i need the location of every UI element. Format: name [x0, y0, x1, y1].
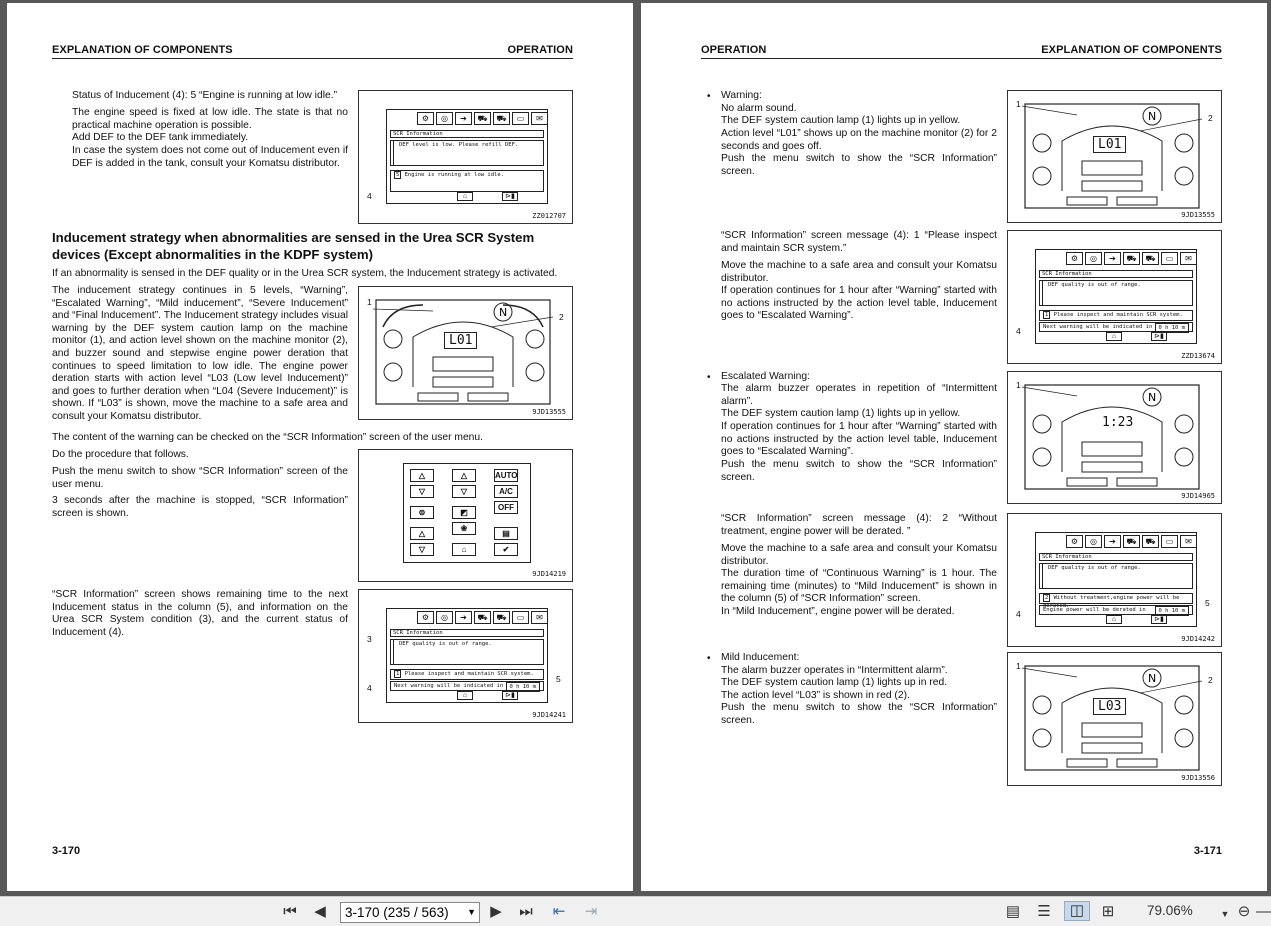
- section-heading: Inducement strategy when abnormalities a…: [52, 230, 535, 262]
- zoom-out-icon[interactable]: ⊖: [1234, 903, 1254, 921]
- facing-icon[interactable]: ◫: [1064, 901, 1090, 921]
- zoom-dropdown-icon[interactable]: ▼: [1219, 905, 1231, 923]
- continuous-icon[interactable]: ☰: [1034, 903, 1054, 921]
- figure-scr-screen: ⚙ ◎ ➔ ⛟ ⛟ ▭ ✉ SCR Information DEF quality is o…: [358, 589, 573, 723]
- figure-switch-panel: △ ▽ △ ▽ AUTO A/C OFF ⊜ ◩ △ ▽ ⌂ ❀ ▤ ✔ 9JD…: [358, 449, 573, 582]
- bullet-title: Warning:: [721, 90, 762, 101]
- paragraph: The content of the warning can be checke…: [52, 432, 483, 443]
- figure-code: 9JD13555: [532, 408, 566, 416]
- screen-status: 5 Engine is running at low idle.: [390, 170, 544, 192]
- paragraph: In case the system does not come out of …: [72, 145, 348, 169]
- chevron-down-icon[interactable]: ▼: [467, 903, 476, 922]
- continuous-facing-icon[interactable]: ⊞: [1098, 903, 1118, 921]
- figure-machine-monitor: N L03 1 2 9JD13556: [1007, 652, 1222, 786]
- paragraph: The inducement strategy continues in 5 l…: [52, 285, 348, 422]
- header-left: EXPLANATION OF COMPONENTS: [52, 44, 233, 56]
- page-gap: [633, 0, 641, 896]
- paragraph: 3 seconds after the machine is stopped, …: [52, 495, 348, 519]
- prev-page-icon[interactable]: ◀: [312, 903, 328, 921]
- page-left: EXPLANATION OF COMPONENTS OPERATION Stat…: [7, 3, 633, 891]
- header-right: EXPLANATION OF COMPONENTS: [1041, 44, 1222, 56]
- header-rule: [701, 58, 1222, 59]
- figure-code: 9JD14219: [532, 570, 566, 578]
- paragraph: Do the procedure that follows.: [52, 449, 189, 460]
- header-right: OPERATION: [507, 44, 573, 56]
- scr-screen: ⚙ ◎ ➔ ⛟ ⛟ ▭ ✉ SCR Information DEF level is low…: [386, 109, 548, 204]
- next-page-icon[interactable]: ▶: [488, 903, 504, 921]
- figure-code: 9JD14241: [532, 711, 566, 719]
- scr-screen: ⚙ ◎ ➔ ⛟ ⛟ ▭ ✉ SCR Information DEF quality is o…: [386, 608, 548, 703]
- figure-scr-screen: ⚙ ◎ ➔ ⛟ ⛟ ▭ ✉ SCR Information DEF quality is o…: [1007, 230, 1222, 364]
- figure-machine-monitor: N 1:23 1 9JD14965: [1007, 371, 1222, 504]
- svg-text:N: N: [499, 306, 507, 319]
- paragraph: “SCR Information” screen shows remaining…: [52, 589, 348, 638]
- paragraph: Push the menu switch to show “SCR Inform…: [52, 466, 348, 490]
- figure-scr-screen: ⚙ ◎ ➔ ⛟ ⛟ ▭ ✉ SCR Information DEF level is low…: [358, 90, 573, 224]
- toolbar-divider: —: [1256, 903, 1271, 920]
- svg-text:N: N: [1148, 672, 1156, 685]
- single-page-icon[interactable]: ▤: [1003, 903, 1023, 921]
- viewer-toolbar: ⏮ ◀ 3-170 (235 / 563) ▼ ▶ ⏭ ⇤ ⇥ ▤ ☰ ◫ ⊞ 7…: [0, 896, 1271, 926]
- svg-text:N: N: [1148, 391, 1156, 404]
- prev-view-icon[interactable]: ⇤: [548, 903, 570, 921]
- header-rule: [52, 58, 573, 59]
- paragraph: Add DEF to the DEF tank immediately.: [72, 132, 249, 143]
- page-number-field[interactable]: 3-170 (235 / 563) ▼: [340, 902, 480, 923]
- document-viewer: EXPLANATION OF COMPONENTS OPERATION Stat…: [0, 0, 1271, 896]
- zoom-level[interactable]: 79.06%: [1147, 903, 1193, 918]
- figure-machine-monitor: N L01 1 2 9JD13555: [358, 286, 573, 420]
- paragraph: The engine speed is fixed at low idle. T…: [72, 107, 348, 131]
- page-number: 3-171: [1193, 845, 1222, 857]
- header-left: OPERATION: [701, 44, 767, 56]
- screen-message: DEF level is low. Please refill DEF.: [390, 140, 544, 166]
- action-level-display: L01: [444, 332, 478, 349]
- page-number: 3-170: [52, 845, 81, 857]
- screen-tabs: ⚙ ◎ ➔ ⛟ ⛟ ▭ ✉: [417, 112, 548, 126]
- last-page-icon[interactable]: ⏭: [516, 903, 536, 921]
- figure-machine-monitor: N L01 1 2 9JD13555: [1007, 90, 1222, 223]
- next-view-icon[interactable]: ⇥: [580, 903, 602, 921]
- figure-scr-screen: ⚙ ◎ ➔ ⛟ ⛟ ▭ ✉ SCR Information DEF quality is o…: [1007, 513, 1222, 647]
- figure-code: ZZ012707: [532, 212, 566, 220]
- paragraph: Status of Inducement (4): 5 “Engine is r…: [72, 90, 337, 101]
- page-right: OPERATION EXPLANATION OF COMPONENTS • Wa…: [641, 3, 1267, 891]
- paragraph: If an abnormality is sensed in the DEF q…: [52, 268, 558, 279]
- screen-title: SCR Information: [390, 130, 544, 138]
- first-page-icon[interactable]: ⏮: [280, 903, 300, 921]
- svg-text:N: N: [1148, 110, 1156, 123]
